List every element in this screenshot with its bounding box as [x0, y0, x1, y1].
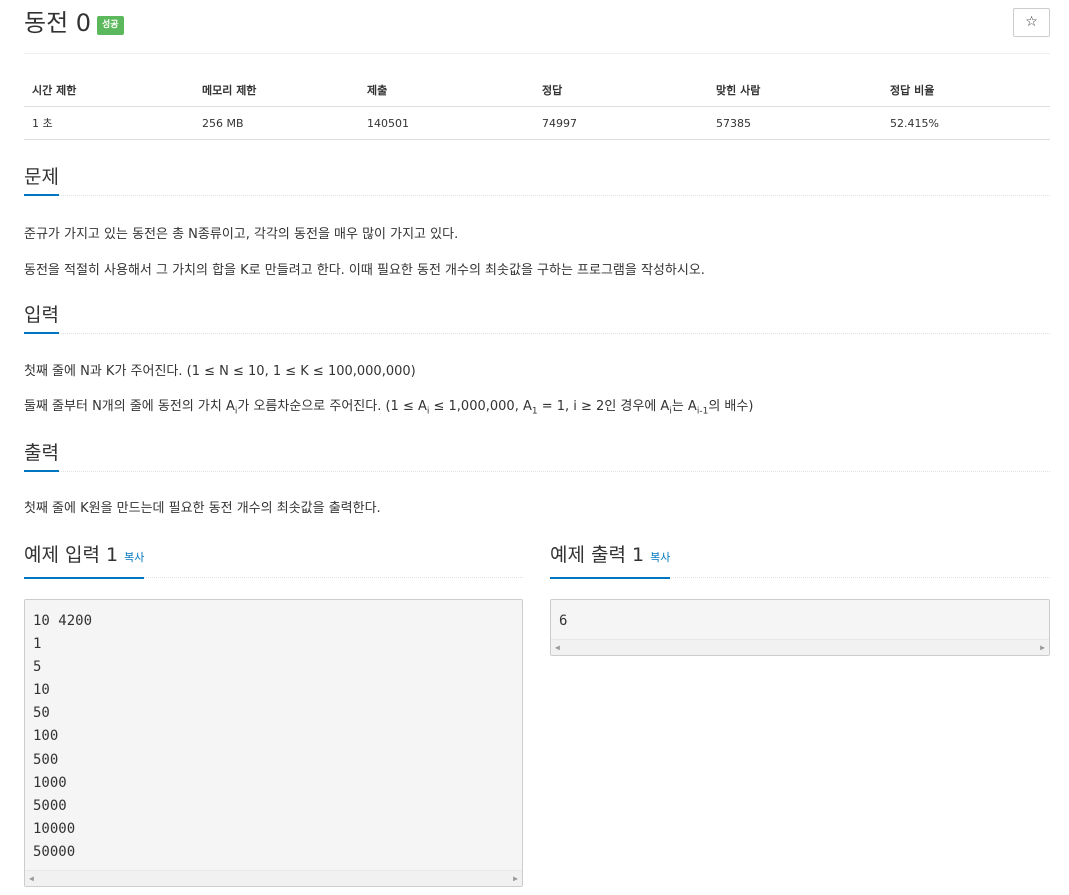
- stats-header: 정답 비율: [882, 70, 1050, 107]
- code-line: 1: [33, 636, 42, 653]
- code-line: 50000: [33, 843, 76, 860]
- sample-input-heading: 예제 입력 1 복사: [24, 542, 145, 579]
- input-text-part: 둘째 줄부터 N개의 줄에 동전의 가치 A: [24, 399, 235, 414]
- sample-input-title: 예제 입력 1: [24, 544, 119, 566]
- sample-output-headline: 예제 출력 1 복사: [550, 542, 1050, 579]
- accept-ratio-value: 52.415%: [882, 106, 1050, 140]
- accepted-value: 74997: [534, 106, 708, 140]
- input-text-part: 가 오름차순으로 주어진다. (1 ≤ A: [237, 399, 427, 414]
- output-heading: 출력: [24, 442, 59, 472]
- title-row: 동전 0 성공 ☆: [24, 8, 1050, 54]
- solvers-value: 57385: [708, 106, 882, 140]
- sample-input-headline: 예제 입력 1 복사: [24, 542, 523, 579]
- sample-input-box[interactable]: 10 4200 1 5 10 50 100 500 1000 5000 10000 50000 ◀ …: [24, 599, 523, 887]
- code-line: 6: [559, 613, 568, 629]
- output-text-1: 첫째 줄에 K원을 만드는데 필요한 동전 개수의 최솟값을 출력한다.: [24, 501, 381, 516]
- code-line: 10000: [33, 820, 76, 837]
- copy-input-button[interactable]: 복사: [124, 551, 144, 564]
- input-heading: 입력: [24, 304, 59, 334]
- star-icon: ☆: [1025, 14, 1038, 30]
- memory-limit-value: 256 MB: [194, 106, 359, 140]
- input-text-part: = 1, i ≥ 2인 경우에 A: [537, 399, 670, 414]
- copy-output-button[interactable]: 복사: [650, 551, 670, 564]
- horizontal-scrollbar[interactable]: ◀ ▶: [25, 870, 522, 886]
- scroll-left-icon[interactable]: ◀: [29, 871, 34, 887]
- input-text-1: 첫째 줄에 N과 K가 주어진다. (1 ≤ N ≤ 10, 1 ≤ K ≤ 1…: [24, 364, 416, 379]
- problem-text-2: 동전을 적절히 사용해서 그 가치의 합을 K로 만들려고 한다. 이때 필요한…: [24, 263, 705, 278]
- subscript: i-1: [696, 406, 709, 417]
- sample-input-lines: 10 4200 1 5 10 50 100 500 1000 5000 10000 50000: [25, 600, 522, 864]
- stats-header: 제출: [359, 70, 534, 107]
- problem-text-1: 준규가 가지고 있는 동전은 총 N종류이고, 각각의 동전을 매우 많이 가지…: [24, 227, 459, 242]
- stats-header: 시간 제한: [24, 70, 194, 107]
- code-line: 5: [33, 659, 42, 676]
- code-line: 5000: [33, 797, 67, 814]
- scroll-right-icon[interactable]: ▶: [513, 871, 518, 887]
- stats-header-row: 시간 제한 메모리 제한 제출 정답 맞힌 사람 정답 비율: [24, 70, 1050, 107]
- sample-output-title: 예제 출력 1: [550, 544, 645, 566]
- code-line: 50: [33, 705, 50, 722]
- stats-header: 맞힌 사람: [708, 70, 882, 107]
- output-headline: 출력: [24, 442, 1050, 472]
- code-line: 10 4200: [33, 613, 93, 629]
- input-text-2: 둘째 줄부터 N개의 줄에 동전의 가치 Ai가 오름차순으로 주어진다. (1…: [24, 398, 753, 416]
- code-line: 10: [33, 682, 50, 699]
- input-text-part: ≤ 1,000,000, A: [429, 399, 532, 414]
- stats-table: 시간 제한 메모리 제한 제출 정답 맞힌 사람 정답 비율 1 초 256 M…: [24, 70, 1050, 140]
- code-line: 1000: [33, 774, 67, 791]
- status-badge: 성공: [97, 16, 124, 35]
- sample-output-heading: 예제 출력 1 복사: [550, 542, 671, 579]
- time-limit-value: 1 초: [24, 106, 194, 140]
- input-headline: 입력: [24, 304, 1050, 334]
- stats-header: 메모리 제한: [194, 70, 359, 107]
- code-line: 500: [33, 751, 59, 768]
- page-title: 동전 0: [24, 9, 92, 37]
- problem-headline: 문제: [24, 166, 1050, 196]
- horizontal-scrollbar[interactable]: ◀ ▶: [551, 639, 1049, 655]
- stats-header: 정답: [534, 70, 708, 107]
- code-line: 100: [33, 728, 59, 745]
- star-button[interactable]: ☆: [1013, 8, 1050, 37]
- input-text-part: 의 배수): [708, 399, 754, 414]
- scroll-left-icon[interactable]: ◀: [555, 640, 560, 656]
- submissions-value: 140501: [359, 106, 534, 140]
- sample-output-box[interactable]: 6 ◀ ▶: [550, 599, 1050, 656]
- stats-value-row: 1 초 256 MB 140501 74997 57385 52.415%: [24, 106, 1050, 140]
- input-text-part: 는 A: [671, 399, 697, 414]
- sample-output-lines: 6: [551, 600, 1049, 633]
- scroll-right-icon[interactable]: ▶: [1040, 640, 1045, 656]
- problem-heading: 문제: [24, 166, 59, 196]
